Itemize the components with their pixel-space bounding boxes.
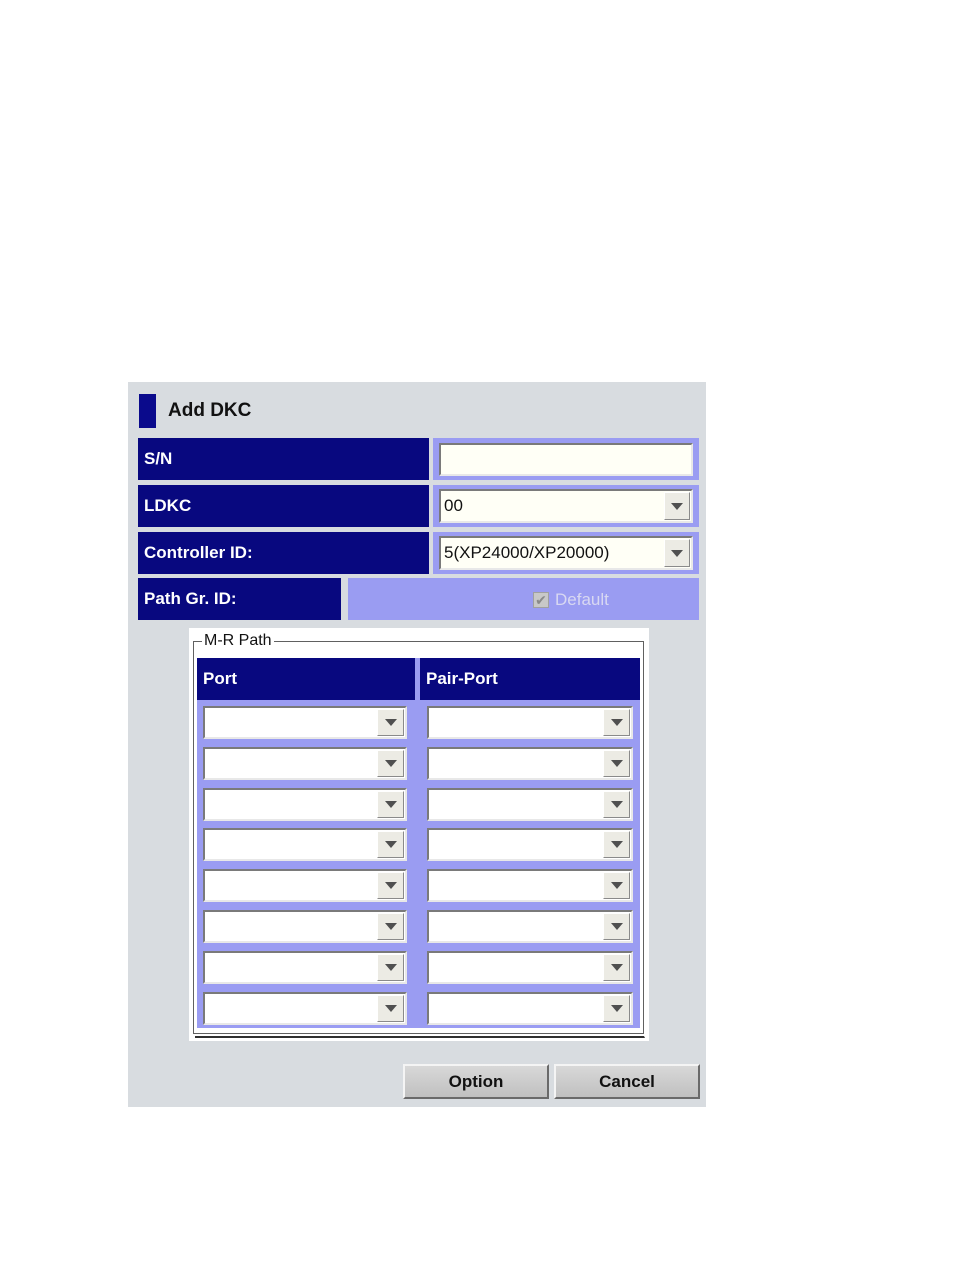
port-dropdown-button[interactable] <box>377 831 404 859</box>
dialog-title: Add DKC <box>168 400 252 421</box>
pair-port-select-row-8[interactable] <box>427 991 633 1025</box>
port-dropdown-button[interactable] <box>377 749 404 777</box>
chevron-down-icon <box>610 1004 623 1012</box>
sn-input[interactable] <box>439 443 693 476</box>
ldkc-value-cell: 00 <box>433 485 699 527</box>
ldkc-label: LDKC <box>138 485 429 527</box>
pair-port-dropdown-button[interactable] <box>603 831 630 859</box>
chevron-down-icon <box>384 719 397 726</box>
chevron-down-icon <box>384 923 397 930</box>
chevron-down-icon <box>384 1004 397 1012</box>
checkmark-icon: ✔ <box>535 592 547 608</box>
pair-port-select-row-2[interactable] <box>427 746 633 780</box>
chevron-down-icon <box>671 549 683 557</box>
port-select-row-1[interactable] <box>203 706 407 739</box>
mr-path-legend: M-R Path <box>202 632 274 650</box>
pair-port-dropdown-button[interactable] <box>603 994 630 1022</box>
chevron-down-icon <box>384 759 397 767</box>
port-select-row-7[interactable] <box>203 950 407 984</box>
pair-port-column-header: Pair-Port <box>420 658 640 700</box>
port-dropdown-button[interactable] <box>377 953 404 981</box>
pair-port-select-row-4[interactable] <box>427 828 633 862</box>
chevron-down-icon <box>384 800 397 808</box>
pair-port-dropdown-button[interactable] <box>603 953 630 981</box>
chevron-down-icon <box>610 759 623 767</box>
pair-port-dropdown-button[interactable] <box>603 749 630 777</box>
default-checkbox-label: Default <box>555 590 609 609</box>
chevron-down-icon <box>610 800 623 808</box>
port-dropdown-button[interactable] <box>377 913 404 940</box>
default-checkbox-group: ✔ Default <box>533 590 609 610</box>
pair-port-select-row-1[interactable] <box>427 706 633 739</box>
controller-id-select[interactable]: 5(XP24000/XP20000) <box>439 536 693 570</box>
port-dropdown-button[interactable] <box>377 872 404 900</box>
chevron-down-icon <box>610 882 623 890</box>
chevron-down-icon <box>610 719 623 726</box>
pair-port-select-row-7[interactable] <box>427 950 633 984</box>
controller-id-label: Controller ID: <box>138 532 429 574</box>
port-select-row-6[interactable] <box>203 910 407 943</box>
mr-path-table: Port Pair-Port <box>197 658 640 1028</box>
path-group-id-label: Path Gr. ID: <box>138 578 341 620</box>
chevron-down-icon <box>384 963 397 971</box>
pair-port-dropdown-button[interactable] <box>603 709 630 736</box>
sn-value-cell <box>433 438 699 480</box>
pair-port-select-row-5[interactable] <box>427 869 633 903</box>
port-select-row-3[interactable] <box>203 787 407 821</box>
chevron-down-icon <box>384 841 397 849</box>
add-dkc-dialog: Add DKC S/N LDKC 00 Controller ID: 5(XP2… <box>128 382 706 1107</box>
ldkc-dropdown-button[interactable] <box>664 492 690 520</box>
path-group-id-value-cell <box>348 578 699 620</box>
port-column-header: Port <box>197 658 415 700</box>
chevron-down-icon <box>384 882 397 890</box>
pair-port-dropdown-button[interactable] <box>603 790 630 818</box>
port-dropdown-button[interactable] <box>377 790 404 818</box>
option-button[interactable]: Option <box>403 1064 549 1099</box>
mr-path-group: M-R Path Port Pair-Port <box>189 628 649 1041</box>
port-dropdown-button[interactable] <box>377 709 404 736</box>
chevron-down-icon <box>610 841 623 849</box>
default-checkbox[interactable]: ✔ <box>533 592 549 608</box>
port-select-row-2[interactable] <box>203 746 407 780</box>
pair-port-select-row-3[interactable] <box>427 787 633 821</box>
controller-id-value-cell: 5(XP24000/XP20000) <box>433 532 699 574</box>
pair-port-dropdown-button[interactable] <box>603 872 630 900</box>
cancel-button[interactable]: Cancel <box>554 1064 700 1099</box>
chevron-down-icon <box>610 963 623 971</box>
sn-label: S/N <box>138 438 429 480</box>
chevron-down-icon <box>671 502 683 510</box>
port-dropdown-button[interactable] <box>377 994 404 1022</box>
port-select-row-4[interactable] <box>203 828 407 862</box>
controller-id-select-value: 5(XP24000/XP20000) <box>444 543 610 562</box>
ldkc-select[interactable]: 00 <box>439 489 693 523</box>
pair-port-select-row-6[interactable] <box>427 910 633 943</box>
controller-id-dropdown-button[interactable] <box>664 539 690 567</box>
ldkc-select-value: 00 <box>444 496 463 515</box>
port-select-row-5[interactable] <box>203 869 407 903</box>
chevron-down-icon <box>610 923 623 930</box>
pair-port-dropdown-button[interactable] <box>603 913 630 940</box>
port-select-row-8[interactable] <box>203 991 407 1025</box>
title-marker <box>139 394 156 428</box>
